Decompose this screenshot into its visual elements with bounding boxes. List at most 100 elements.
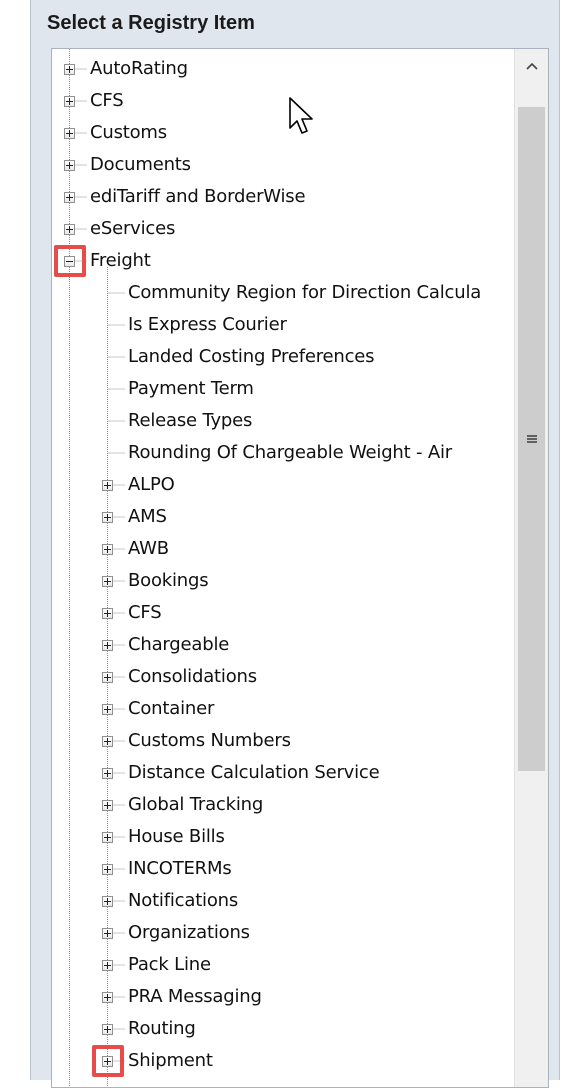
- tree-item-label: Is Express Courier: [128, 314, 287, 335]
- tree-item[interactable]: House Bills: [52, 821, 516, 853]
- tree-item[interactable]: Global Tracking: [52, 789, 516, 821]
- tree-item-label: Pack Line: [128, 954, 211, 975]
- scroll-up-button[interactable]: [515, 49, 548, 83]
- tree-item[interactable]: Release Types: [52, 405, 516, 437]
- plus-box-icon[interactable]: [102, 895, 113, 907]
- tree-item-label: Container: [128, 698, 215, 719]
- tree-item[interactable]: eServices: [52, 213, 516, 245]
- tree-item[interactable]: CFS: [52, 597, 516, 629]
- tree-item-label: PRA Messaging: [128, 986, 262, 1007]
- chevron-up-icon: [525, 62, 538, 70]
- tree-item[interactable]: Customs: [52, 117, 516, 149]
- plus-box-icon[interactable]: [102, 767, 113, 779]
- tree-item[interactable]: Landed Costing Preferences: [52, 341, 516, 373]
- tree-item-label: CFS: [90, 90, 124, 111]
- tree-item-label: INCOTERMs: [128, 858, 232, 879]
- registry-tree[interactable]: AutoRating CFS Customs Documents ediTariff a…: [51, 48, 549, 1088]
- tree-item-label: Chargeable: [128, 634, 230, 655]
- grip-icon: [526, 435, 537, 443]
- plus-box-icon[interactable]: [102, 543, 113, 555]
- tree-item-label: ALPO: [128, 474, 175, 495]
- plus-box-icon[interactable]: [64, 223, 75, 235]
- registry-panel: Select a Registry Item AutoRating CFS Cust…: [30, 0, 560, 1088]
- tree-item[interactable]: Routing: [52, 1013, 516, 1045]
- plus-box-icon[interactable]: [102, 735, 113, 747]
- tree-item-label: Rounding Of Chargeable Weight - Air: [128, 442, 452, 463]
- tree-item[interactable]: Documents: [52, 149, 516, 181]
- tree-item-label: Customs: [90, 122, 167, 143]
- tree-item-label: CFS: [128, 602, 162, 623]
- tree-item[interactable]: Shipment: [52, 1045, 516, 1077]
- plus-box-icon[interactable]: [64, 63, 75, 75]
- plus-box-icon[interactable]: [102, 671, 113, 683]
- tree-item-label: Organizations: [128, 922, 250, 943]
- tree-item-label: Shipment: [128, 1050, 213, 1071]
- tree-item-label: Global Tracking: [128, 794, 264, 815]
- tree-item[interactable]: Is Express Courier: [52, 309, 516, 341]
- tree-area: AutoRating CFS Customs Documents ediTariff a…: [52, 49, 516, 1087]
- tree-item[interactable]: AWB: [52, 533, 516, 565]
- vertical-scrollbar[interactable]: [514, 49, 548, 1087]
- plus-box-icon[interactable]: [102, 799, 113, 811]
- tree-item-label: Bookings: [128, 570, 209, 591]
- tree-item-label: Documents: [90, 154, 191, 175]
- tree-item-label: Distance Calculation Service: [128, 762, 380, 783]
- plus-box-icon[interactable]: [102, 575, 113, 587]
- tree-item[interactable]: Consolidations: [52, 661, 516, 693]
- tree-item[interactable]: ALPO: [52, 469, 516, 501]
- tree-item[interactable]: CFS: [52, 85, 516, 117]
- highlight-box: [92, 1045, 124, 1077]
- plus-box-icon[interactable]: [102, 927, 113, 939]
- plus-box-icon[interactable]: [102, 511, 113, 523]
- tree-item[interactable]: AutoRating: [52, 53, 516, 85]
- tree-item-label: ediTariff and BorderWise: [90, 186, 306, 207]
- plus-box-icon[interactable]: [102, 639, 113, 651]
- plus-box-icon[interactable]: [102, 863, 113, 875]
- tree-item-label: eServices: [90, 218, 176, 239]
- plus-box-icon[interactable]: [64, 191, 75, 203]
- tree-item-label: Landed Costing Preferences: [128, 346, 375, 367]
- tree-item-label: Community Region for Direction Calcula: [128, 282, 482, 303]
- plus-box-icon[interactable]: [102, 959, 113, 971]
- tree-item[interactable]: Bookings: [52, 565, 516, 597]
- tree-item-label: Freight: [90, 250, 151, 271]
- tree-item[interactable]: INCOTERMs: [52, 853, 516, 885]
- plus-box-icon[interactable]: [102, 831, 113, 843]
- scroll-thumb[interactable]: [518, 107, 545, 771]
- plus-box-icon[interactable]: [64, 159, 75, 171]
- plus-box-icon[interactable]: [102, 607, 113, 619]
- tree-item[interactable]: Community Region for Direction Calcula: [52, 277, 516, 309]
- tree-item-label: Notifications: [128, 890, 239, 911]
- plus-box-icon[interactable]: [102, 991, 113, 1003]
- tree-item[interactable]: Freight: [52, 245, 516, 277]
- plus-box-icon[interactable]: [102, 1023, 113, 1035]
- tree-item[interactable]: Organizations: [52, 917, 516, 949]
- tree-item[interactable]: Pack Line: [52, 949, 516, 981]
- plus-box-icon[interactable]: [64, 127, 75, 139]
- tree-item[interactable]: PRA Messaging: [52, 981, 516, 1013]
- tree-item-label: AWB: [128, 538, 169, 559]
- tree-item[interactable]: Customs Numbers: [52, 725, 516, 757]
- tree-item[interactable]: AMS: [52, 501, 516, 533]
- tree-item-label: Consolidations: [128, 666, 257, 687]
- highlight-box: [54, 245, 86, 277]
- plus-box-icon[interactable]: [102, 703, 113, 715]
- tree-item[interactable]: Payment Term: [52, 373, 516, 405]
- mouse-pointer-icon: [289, 97, 313, 134]
- tree-item[interactable]: ediTariff and BorderWise: [52, 181, 516, 213]
- tree-item-label: Routing: [128, 1018, 196, 1039]
- tree-item[interactable]: Rounding Of Chargeable Weight - Air: [52, 437, 516, 469]
- tree-item-label: AMS: [128, 506, 167, 527]
- panel-title: Select a Registry Item: [47, 12, 255, 34]
- tree-item-label: Customs Numbers: [128, 730, 291, 751]
- tree-item[interactable]: Notifications: [52, 885, 516, 917]
- tree-item-label: Release Types: [128, 410, 253, 431]
- tree-item[interactable]: Distance Calculation Service: [52, 757, 516, 789]
- plus-box-icon[interactable]: [102, 479, 113, 491]
- tree-item-label: House Bills: [128, 826, 225, 847]
- tree-item[interactable]: Container: [52, 693, 516, 725]
- plus-box-icon[interactable]: [64, 95, 75, 107]
- tree-item[interactable]: Chargeable: [52, 629, 516, 661]
- tree-item-label: Payment Term: [128, 378, 254, 399]
- tree-item-label: AutoRating: [90, 58, 188, 79]
